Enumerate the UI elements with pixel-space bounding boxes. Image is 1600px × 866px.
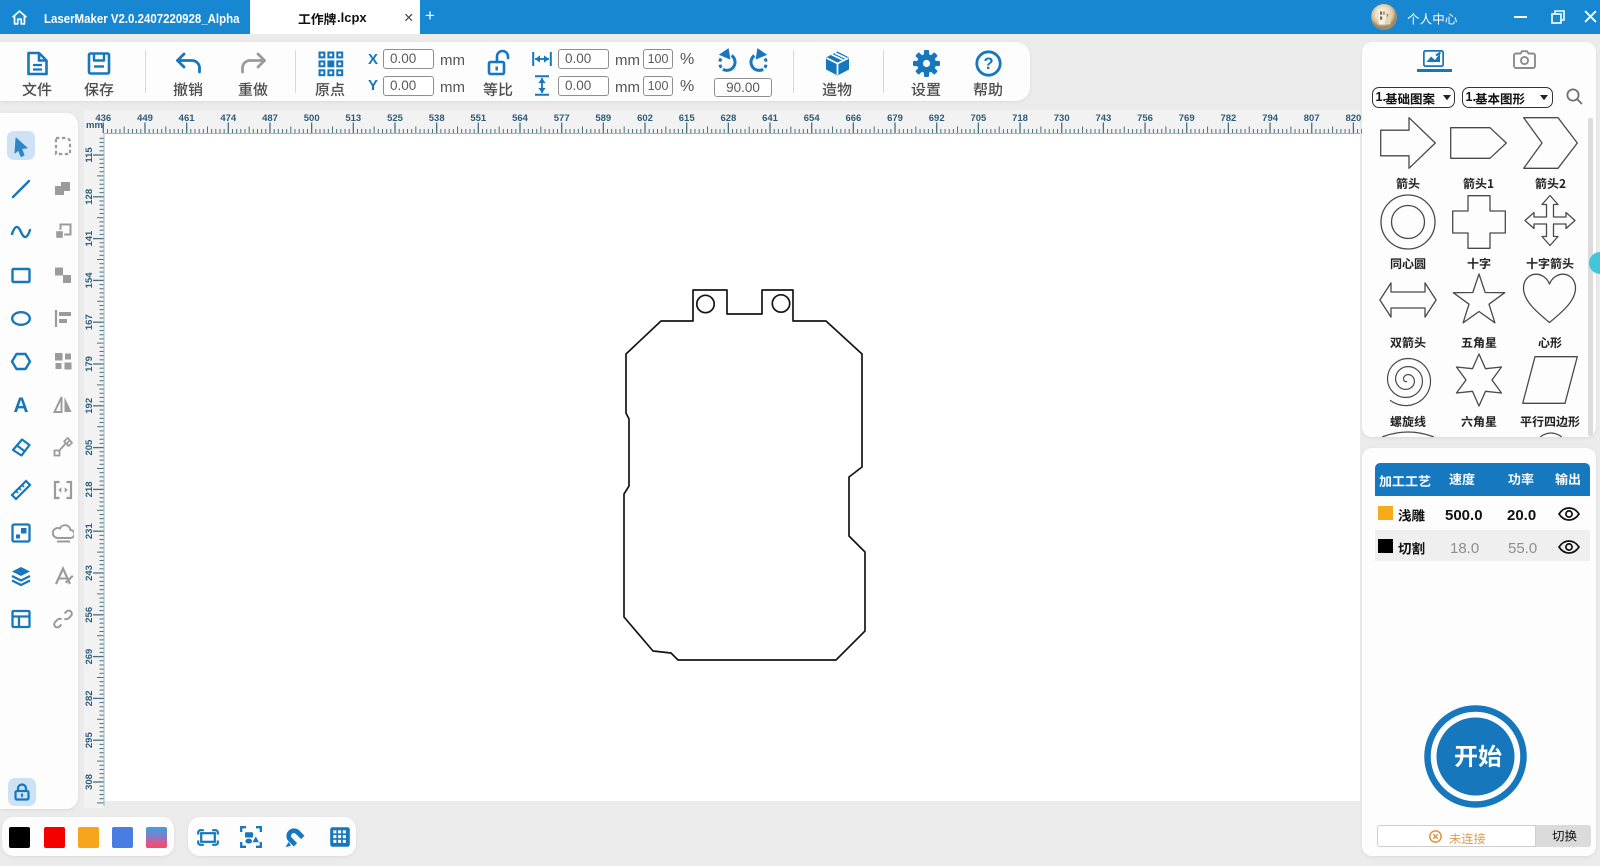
- svg-text:769: 769: [1179, 113, 1195, 124]
- svg-text:743: 743: [1095, 113, 1111, 124]
- svg-text:794: 794: [1262, 113, 1279, 124]
- svg-text:641: 641: [762, 113, 779, 124]
- svg-text:679: 679: [887, 113, 903, 124]
- svg-text:?: ?: [983, 55, 993, 73]
- svg-text:A: A: [13, 394, 28, 415]
- svg-text:500: 500: [304, 113, 320, 124]
- svg-text:654: 654: [804, 113, 821, 124]
- svg-text:449: 449: [137, 113, 153, 124]
- svg-text:589: 589: [595, 113, 611, 124]
- svg-text:628: 628: [720, 113, 736, 124]
- svg-text:807: 807: [1304, 113, 1320, 124]
- svg-text:538: 538: [429, 113, 445, 124]
- svg-text:730: 730: [1054, 113, 1070, 124]
- svg-text:525: 525: [387, 113, 404, 124]
- svg-text:718: 718: [1012, 113, 1028, 124]
- svg-text:820: 820: [1345, 113, 1361, 124]
- svg-text:782: 782: [1220, 113, 1236, 124]
- svg-text:756: 756: [1137, 113, 1153, 124]
- svg-text:615: 615: [679, 113, 696, 124]
- svg-text:577: 577: [554, 113, 570, 124]
- svg-text:602: 602: [637, 113, 653, 124]
- svg-text:705: 705: [970, 113, 987, 124]
- svg-text:487: 487: [262, 113, 278, 124]
- svg-text:474: 474: [220, 113, 237, 124]
- svg-text:461: 461: [179, 113, 196, 124]
- svg-text:551: 551: [470, 113, 487, 124]
- svg-text:564: 564: [512, 113, 529, 124]
- svg-text:666: 666: [845, 113, 861, 124]
- svg-text:692: 692: [929, 113, 945, 124]
- svg-text:513: 513: [345, 113, 361, 124]
